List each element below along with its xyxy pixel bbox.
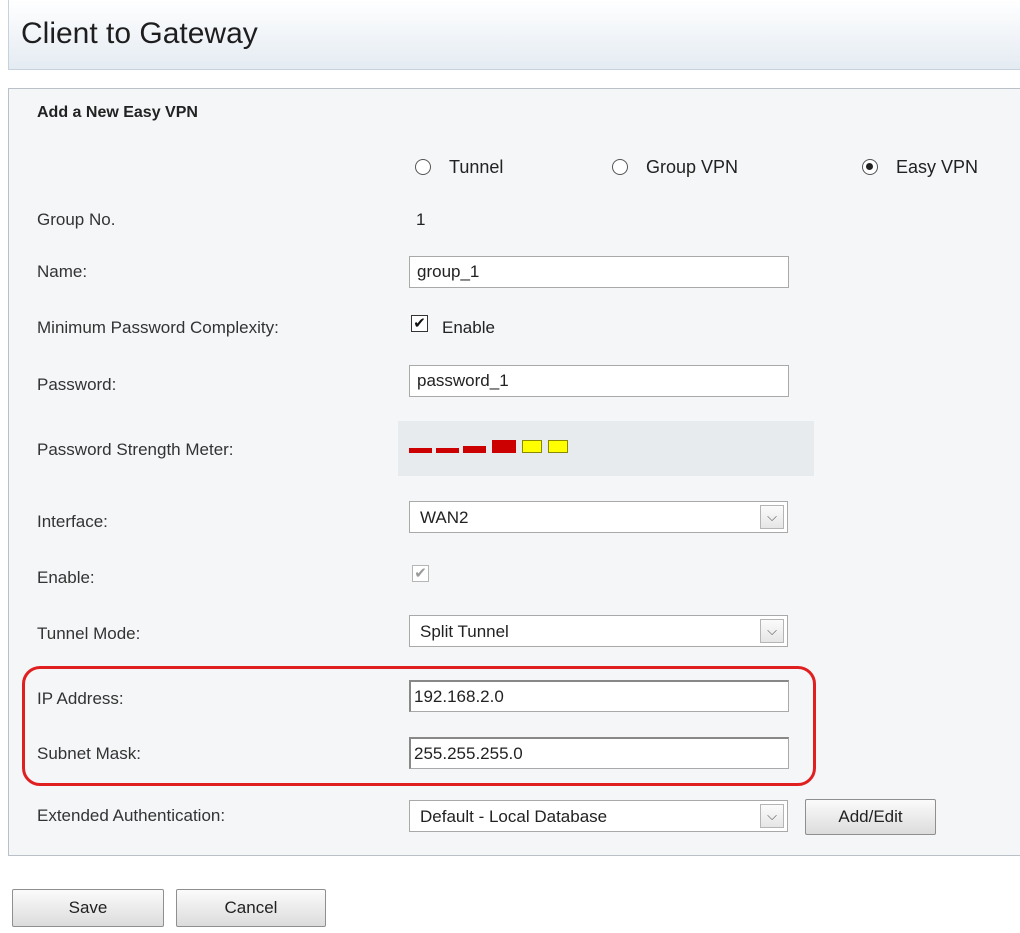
min-password-complexity-checkbox[interactable]: ✔ [411,315,428,332]
strength-segment-1 [409,448,432,453]
group-no-label: Group No. [37,210,116,229]
chevron-down-icon[interactable]: ⌵ [760,619,784,643]
tunnel-mode-select[interactable]: Split Tunnel ⌵ [409,615,788,647]
radio-group-vpn-icon[interactable] [612,159,628,175]
radio-tunnel-icon[interactable] [415,159,431,175]
subnet-mask-label: Subnet Mask: [37,744,141,763]
password-strength-label: Password Strength Meter: [37,440,234,459]
strength-segment-3 [463,446,486,453]
cancel-button[interactable]: Cancel [176,889,326,927]
min-password-complexity-label: Minimum Password Complexity: [37,318,279,337]
page-title: Client to Gateway [21,17,258,50]
strength-segment-6 [548,440,568,453]
strength-segment-4 [492,440,516,453]
interface-select[interactable]: WAN2 ⌵ [409,501,788,533]
password-strength-meter [398,421,814,476]
chevron-down-icon[interactable]: ⌵ [760,804,784,828]
password-label: Password: [37,375,117,394]
interface-label: Interface: [37,512,108,531]
radio-easy-vpn-icon[interactable] [862,159,878,175]
min-password-complexity-enable-label: Enable [442,318,495,337]
subnet-mask-input[interactable] [409,737,789,769]
radio-tunnel-label: Tunnel [449,156,504,177]
chevron-down-icon[interactable]: ⌵ [760,505,784,529]
radio-easy-vpn-label: Easy VPN [896,156,979,177]
interface-selected-value: WAN2 [420,508,469,527]
extended-auth-label: Extended Authentication: [37,806,226,825]
name-input[interactable] [409,256,789,288]
radio-option-easy-vpn[interactable]: Easy VPN [862,152,978,182]
strength-segment-2 [436,448,459,453]
tunnel-mode-label: Tunnel Mode: [37,624,141,643]
ip-address-label: IP Address: [37,689,124,708]
tunnel-mode-selected-value: Split Tunnel [420,622,509,641]
radio-group-vpn-label: Group VPN [646,156,739,177]
extended-auth-select[interactable]: Default - Local Database ⌵ [409,800,788,832]
save-button[interactable]: Save [12,889,164,927]
radio-option-tunnel[interactable]: Tunnel [415,152,503,182]
password-input[interactable] [409,365,789,397]
name-label: Name: [37,262,88,281]
strength-segment-5 [522,440,542,453]
page-header: Client to Gateway [8,0,1020,70]
radio-option-group-vpn[interactable]: Group VPN [612,152,738,182]
section-title: Add a New Easy VPN [37,104,198,121]
ip-address-input[interactable] [409,680,789,712]
enable-label: Enable: [37,568,95,587]
enable-checkbox[interactable]: ✔ [412,565,429,582]
add-edit-button[interactable]: Add/Edit [805,799,936,835]
extended-auth-selected-value: Default - Local Database [420,807,608,826]
group-no-value: 1 [416,210,426,229]
